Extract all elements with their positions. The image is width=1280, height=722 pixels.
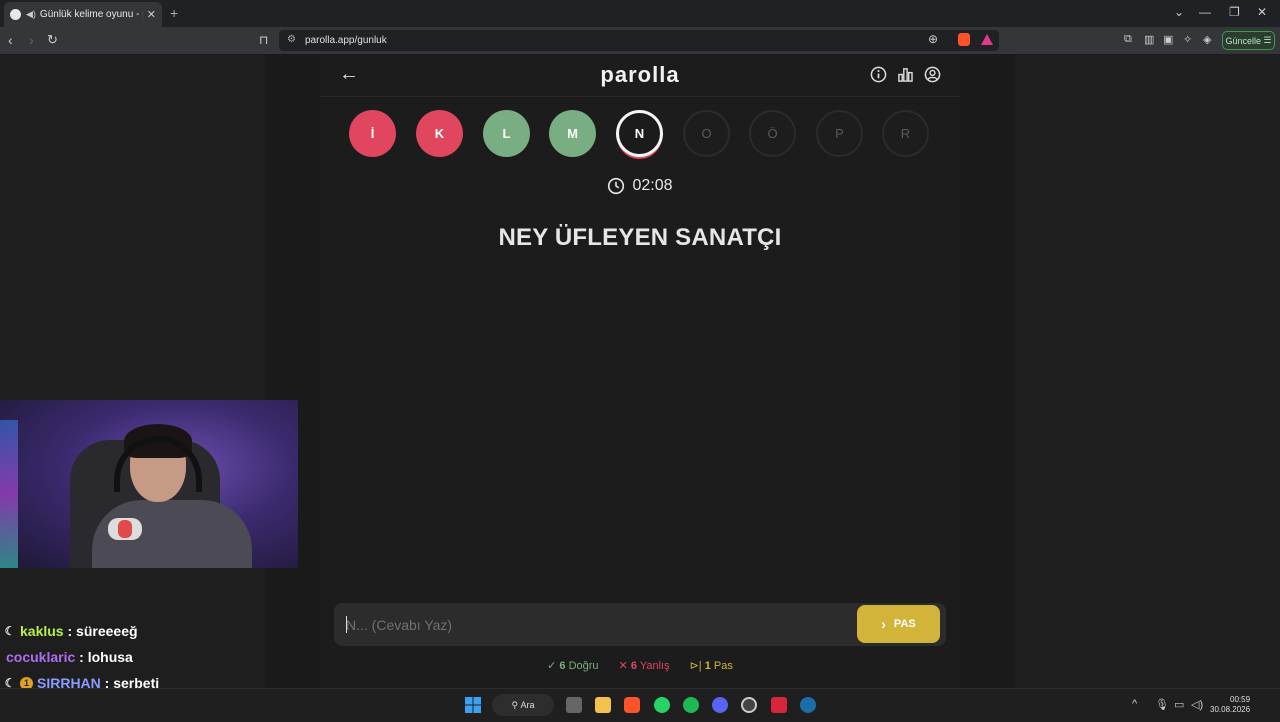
file-explorer-icon[interactable] (595, 697, 611, 713)
leo-ai-icon[interactable]: ✧ (1183, 33, 1192, 46)
pass-count: 1 (704, 660, 711, 672)
browser-tabbar: ◀) Günlük kelime oyunu - paroll ✕ + ⌄ — … (0, 0, 1280, 27)
correct-count: 6 (559, 660, 566, 672)
letter-circle: M (549, 110, 596, 157)
steam-icon[interactable] (800, 697, 816, 713)
letter-circle: P (816, 110, 863, 157)
letter-circle-current: N (616, 110, 663, 157)
update-button[interactable]: Güncelle ☰ (1222, 31, 1275, 50)
info-icon[interactable] (870, 66, 887, 83)
brave-browser-icon[interactable] (624, 697, 640, 713)
chevron-right-icon: › (881, 616, 886, 632)
tray-chevron-icon[interactable]: ^ (1132, 698, 1137, 710)
back-nav-icon[interactable]: ‹ (8, 32, 13, 48)
microphone-foam (118, 520, 132, 538)
chat-username: cocuklaric (6, 649, 76, 665)
app-logo: parolla (600, 62, 680, 87)
update-label: Güncelle (1225, 35, 1261, 46)
site-favicon-icon (10, 9, 21, 20)
taskbar-search[interactable]: ⚲ Ara (492, 694, 554, 716)
correct-label: Doğru (568, 660, 599, 672)
correct-stat: ✓ 6 Doğru (547, 659, 598, 672)
letter-circle: R (882, 110, 929, 157)
clock-date: 30.08.2026 (1210, 705, 1251, 714)
brave-rewards-icon[interactable] (981, 34, 993, 45)
stats-icon[interactable] (897, 66, 914, 83)
chat-username: kaklus (20, 623, 64, 639)
pass-button-label: PAS (893, 618, 916, 630)
tab-title: Günlük kelime oyunu - paroll (39, 9, 143, 20)
skip-icon: ⊳| (689, 660, 702, 672)
answer-input[interactable] (346, 603, 846, 646)
rgb-lights (0, 420, 18, 568)
letter-circle: İ (349, 110, 396, 157)
site-info-icon[interactable]: ⚙ (287, 34, 296, 45)
bookmark-icon[interactable]: ⊓ (259, 33, 268, 47)
system-clock[interactable]: 00:59 30.08.2026 (1210, 695, 1250, 715)
brave-shields-icon[interactable] (958, 33, 970, 46)
moon-icon: ☾ (4, 624, 16, 638)
vpn-icon[interactable]: ◈ (1203, 33, 1211, 46)
task-view-icon[interactable] (566, 697, 582, 713)
wrong-count: 6 (630, 660, 637, 672)
taskbar: ⚲ Ara ^ 🎙 ▭ ◁) 00:59 30.08.2026 (0, 688, 1280, 720)
app-header: ← parolla (320, 54, 960, 97)
tab-search-chevron-icon[interactable]: ⌄ (1174, 5, 1184, 19)
extensions-icon[interactable]: ⧉ (1124, 33, 1132, 46)
letter-circle: L (483, 110, 530, 157)
browser-tab[interactable]: ◀) Günlük kelime oyunu - paroll ✕ (4, 2, 162, 27)
answer-box: › PAS (334, 603, 946, 646)
profile-icon[interactable] (924, 66, 941, 83)
zoom-icon[interactable]: ⊕ (928, 32, 938, 46)
clock-time: 00:59 (1230, 695, 1251, 704)
letter-circle: O (683, 110, 730, 157)
timer-value: 02:08 (632, 177, 673, 194)
search-label: Ara (520, 700, 535, 710)
pass-label: Pas (713, 660, 733, 672)
letter-track: İ K L M N O Ö P R (349, 110, 931, 158)
sidebar-icon[interactable]: ▥ (1144, 33, 1154, 46)
app-red-icon[interactable] (771, 697, 787, 713)
chat-text: lohusa (87, 649, 133, 665)
clock-icon (608, 177, 625, 195)
webcam-overlay (0, 400, 298, 568)
microphone-tray-icon[interactable]: 🎙 (1155, 698, 1169, 711)
speaker-icon: ◀) (26, 9, 36, 19)
forward-nav-icon[interactable]: › (29, 32, 34, 48)
pass-stat: ⊳| 1 Pas (690, 659, 733, 672)
letter-circle: K (416, 110, 463, 157)
wallet-icon[interactable]: ▣ (1163, 33, 1173, 46)
new-tab-icon[interactable]: + (170, 5, 178, 21)
chat-message: cocuklaric : lohusa (6, 649, 133, 665)
address-bar-row: ‹ › ↻ ⊓ ⚙ parolla.app/gunluk ⊕ ⧉ ▥ ▣ ✧ ◈… (0, 27, 1280, 54)
obs-icon[interactable] (741, 697, 757, 713)
windows-start-icon[interactable] (465, 697, 481, 713)
parolla-app: ← parolla İ K L M N O Ö P R 02:08 NEY ÜF… (320, 54, 960, 688)
cross-icon: ✕ (618, 660, 628, 672)
url-field[interactable]: ⚙ parolla.app/gunluk (279, 30, 999, 51)
minimize-icon[interactable]: — (1199, 5, 1211, 19)
network-icon[interactable]: ▭ (1174, 698, 1184, 711)
close-tab-icon[interactable]: ✕ (147, 8, 156, 21)
check-icon: ✓ (547, 660, 557, 672)
reload-icon[interactable]: ↻ (47, 32, 58, 48)
wrong-label: Yanlış (639, 660, 670, 672)
chat-message: ☾ kaklus : süreeeeğ (0, 618, 260, 644)
volume-icon[interactable]: ◁) (1191, 698, 1203, 711)
timer: 02:08 (320, 177, 960, 195)
maximize-icon[interactable]: ❐ (1229, 5, 1240, 19)
score-stats: ✓ 6 Doğru ✕ 6 Yanlış ⊳| 1 Pas (320, 659, 960, 672)
question-text: NEY ÜFLEYEN SANATÇI (498, 224, 782, 251)
whatsapp-icon[interactable] (654, 697, 670, 713)
pass-button[interactable]: › PAS (857, 605, 940, 643)
letter-circle: Ö (749, 110, 796, 157)
close-window-icon[interactable]: ✕ (1257, 5, 1267, 19)
url-text: parolla.app/gunluk (305, 35, 387, 46)
discord-icon[interactable] (712, 697, 728, 713)
spotify-icon[interactable] (683, 697, 699, 713)
chat-text: süreeeeğ (76, 623, 138, 639)
wrong-stat: ✕ 6 Yanlış (619, 659, 670, 672)
